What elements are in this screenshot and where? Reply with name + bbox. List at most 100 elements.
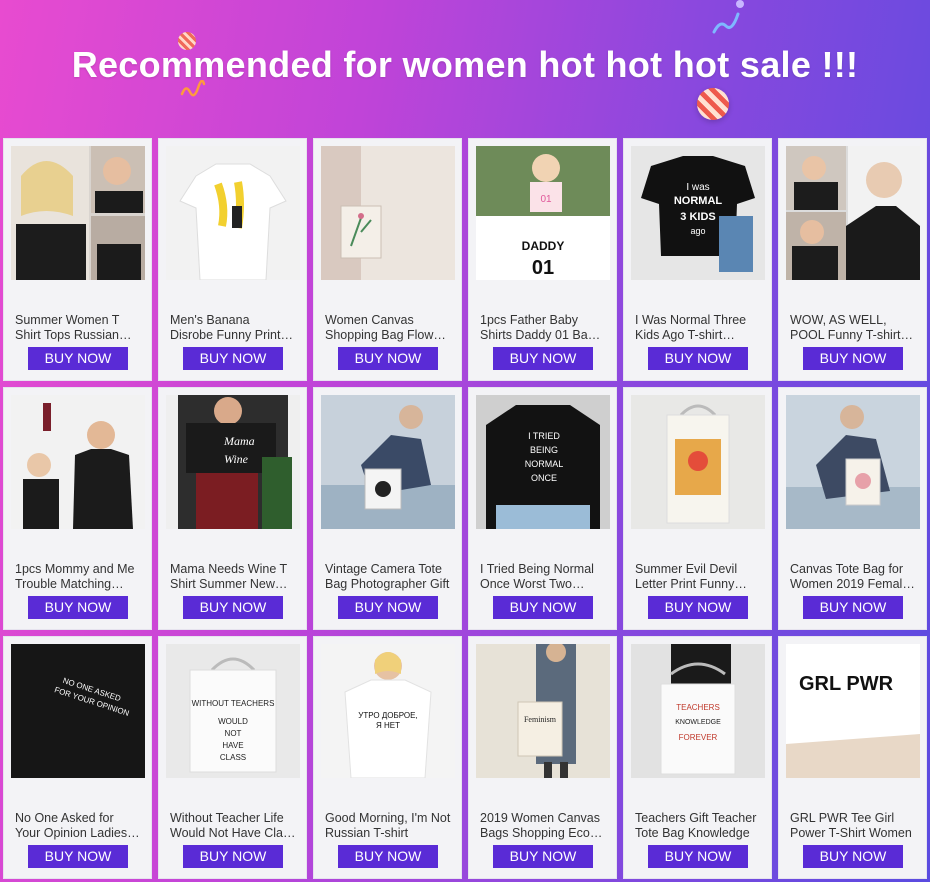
product-card[interactable]: Summer Evil Devil Letter Print Funny Tot…	[623, 387, 772, 630]
ribbon-decoration	[712, 12, 740, 34]
buy-now-button[interactable]: BUY NOW	[338, 845, 438, 868]
product-card[interactable]: TEACHERS KNOWLEDGE FOREVER Teachers Gift Te…	[623, 636, 772, 879]
product-image[interactable]	[321, 395, 455, 529]
product-card[interactable]: 1pcs Mommy and Me Trouble Matching Shirt…	[3, 387, 152, 630]
product-card[interactable]: WOW, AS WELL, POOL Funny T-shirt Russian…	[778, 138, 927, 381]
svg-text:Feminism: Feminism	[524, 715, 557, 724]
svg-text:BEING: BEING	[530, 445, 558, 455]
product-grid: Summer Women T Shirt Tops Russian Inscri…	[3, 138, 927, 879]
svg-text:Я НЕТ: Я НЕТ	[376, 721, 400, 730]
buy-now-button[interactable]: BUY NOW	[493, 347, 593, 370]
svg-text:УТРО ДОБРОЕ,: УТРО ДОБРОЕ,	[358, 711, 417, 720]
product-image[interactable]: GRL PWR	[786, 644, 920, 778]
striped-ball-decoration	[697, 88, 729, 120]
product-title[interactable]: Without Teacher Life Would Not Have Clas…	[170, 811, 296, 841]
buy-now-button[interactable]: BUY NOW	[803, 845, 903, 868]
product-title[interactable]: Mama Needs Wine T Shirt Summer New Fashi…	[170, 562, 296, 592]
product-title[interactable]: Women Canvas Shopping Bag Flower Print T…	[325, 313, 451, 343]
product-image[interactable]: NO ONE ASKED FOR YOUR OPINION	[11, 644, 145, 778]
product-image[interactable]	[321, 146, 455, 280]
buy-now-button[interactable]: BUY NOW	[183, 596, 283, 619]
buy-now-button[interactable]: BUY NOW	[803, 347, 903, 370]
confetti-dot-decoration	[736, 0, 744, 8]
product-title[interactable]: WOW, AS WELL, POOL Funny T-shirt Russian	[790, 313, 916, 343]
product-title[interactable]: 1pcs Father Baby Shirts Daddy 01 Baby 01…	[480, 313, 606, 343]
product-image[interactable]: TEACHERS KNOWLEDGE FOREVER	[631, 644, 765, 778]
product-image[interactable]	[11, 395, 145, 529]
buy-now-button[interactable]: BUY NOW	[803, 596, 903, 619]
product-title[interactable]: Summer Women T Shirt Tops Russian Inscri…	[15, 313, 141, 343]
product-card[interactable]: GRL PWR GRL PWR Tee Girl Power T-Shirt Wo…	[778, 636, 927, 879]
product-card[interactable]: Feminism 2019 Women Canvas Bags Shopping …	[468, 636, 617, 879]
svg-text:FOREVER: FOREVER	[679, 733, 718, 742]
product-title[interactable]: Good Morning, I'm Not Russian T-shirt	[325, 811, 451, 841]
product-card[interactable]: Men's Banana Disrobe Funny Printed T-Shi…	[158, 138, 307, 381]
product-card[interactable]: I TRIED BEING NORMAL ONCE I Tried Being Norm…	[468, 387, 617, 630]
product-title[interactable]: I Tried Being Normal Once Worst Two Minu…	[480, 562, 606, 592]
svg-text:3 KIDS: 3 KIDS	[680, 211, 715, 223]
product-image[interactable]: I was NORMAL 3 KIDS ago	[631, 146, 765, 280]
product-card[interactable]: Canvas Tote Bag for Women 2019 Female Sh…	[778, 387, 927, 630]
product-title[interactable]: Teachers Gift Teacher Tote Bag Knowledge	[635, 811, 761, 841]
svg-text:ONCE: ONCE	[531, 473, 557, 483]
buy-now-button[interactable]: BUY NOW	[648, 347, 748, 370]
product-image[interactable]	[166, 146, 300, 280]
svg-text:DADDY: DADDY	[522, 239, 565, 253]
product-card[interactable]: УТРО ДОБРОЕ, Я НЕТ Good Morning, I'm Not R…	[313, 636, 462, 879]
svg-text:GRL PWR: GRL PWR	[799, 673, 894, 695]
svg-text:I TRIED: I TRIED	[528, 431, 560, 441]
buy-now-button[interactable]: BUY NOW	[493, 845, 593, 868]
svg-text:KNOWLEDGE: KNOWLEDGE	[675, 719, 721, 726]
product-image[interactable]: Mama Wine	[166, 395, 300, 529]
product-title[interactable]: No One Asked for Your Opinion Ladies T-s…	[15, 811, 141, 841]
svg-text:WITHOUT TEACHERS: WITHOUT TEACHERS	[192, 699, 275, 708]
svg-text:HAVE: HAVE	[222, 741, 243, 750]
product-title[interactable]: Canvas Tote Bag for Women 2019 Female Sh…	[790, 562, 916, 592]
product-image[interactable]	[11, 146, 145, 280]
buy-now-button[interactable]: BUY NOW	[648, 845, 748, 868]
product-card[interactable]: WITHOUT TEACHERS WOULD NOT HAVE CLASS Without…	[158, 636, 307, 879]
buy-now-button[interactable]: BUY NOW	[338, 596, 438, 619]
buy-now-button[interactable]: BUY NOW	[338, 347, 438, 370]
buy-now-button[interactable]: BUY NOW	[28, 596, 128, 619]
product-card[interactable]: 01 DADDY 01 1pcs Father Baby Shirts Daddy 0…	[468, 138, 617, 381]
product-card[interactable]: Vintage Camera Tote Bag Photographer Gif…	[313, 387, 462, 630]
product-image[interactable]: УТРО ДОБРОЕ, Я НЕТ	[321, 644, 455, 778]
svg-text:NOT: NOT	[225, 729, 242, 738]
product-image[interactable]: Feminism	[476, 644, 610, 778]
svg-text:01: 01	[540, 194, 552, 205]
buy-now-button[interactable]: BUY NOW	[493, 596, 593, 619]
product-image[interactable]	[786, 146, 920, 280]
product-image[interactable]: 01 DADDY 01	[476, 146, 610, 280]
product-image[interactable]: WITHOUT TEACHERS WOULD NOT HAVE CLASS	[166, 644, 300, 778]
product-image[interactable]	[631, 395, 765, 529]
buy-now-button[interactable]: BUY NOW	[28, 347, 128, 370]
product-title[interactable]: Vintage Camera Tote Bag Photographer Gif…	[325, 562, 451, 592]
buy-now-button[interactable]: BUY NOW	[28, 845, 128, 868]
product-title[interactable]: 1pcs Mommy and Me Trouble Matching Shirt…	[15, 562, 141, 592]
product-card[interactable]: Summer Women T Shirt Tops Russian Inscri…	[3, 138, 152, 381]
buy-now-button[interactable]: BUY NOW	[648, 596, 748, 619]
buy-now-button[interactable]: BUY NOW	[183, 845, 283, 868]
product-title[interactable]: Men's Banana Disrobe Funny Printed T-Shi…	[170, 313, 296, 343]
svg-text:ago: ago	[690, 226, 705, 236]
product-card[interactable]: Women Canvas Shopping Bag Flower Print T…	[313, 138, 462, 381]
product-title[interactable]: GRL PWR Tee Girl Power T-Shirt Women	[790, 811, 916, 841]
product-title[interactable]: I Was Normal Three Kids Ago T-shirt Casu…	[635, 313, 761, 343]
product-card[interactable]: I was NORMAL 3 KIDS ago I Was Normal Three K…	[623, 138, 772, 381]
product-image[interactable]	[786, 395, 920, 529]
buy-now-button[interactable]: BUY NOW	[183, 347, 283, 370]
product-card[interactable]: NO ONE ASKED FOR YOUR OPINION No One Asked…	[3, 636, 152, 879]
svg-text:TEACHERS: TEACHERS	[676, 703, 720, 712]
banner-title: Recommended for women hot hot hot sale !…	[71, 44, 859, 85]
product-image[interactable]: I TRIED BEING NORMAL ONCE	[476, 395, 610, 529]
product-title[interactable]: Summer Evil Devil Letter Print Funny Tot…	[635, 562, 761, 592]
product-title[interactable]: 2019 Women Canvas Bags Shopping Eco Tote	[480, 811, 606, 841]
promo-banner: Recommended for women hot hot hot sale !…	[0, 0, 930, 137]
product-card[interactable]: Mama Wine Mama Needs Wine T Shirt Summer N…	[158, 387, 307, 630]
svg-text:01: 01	[532, 257, 554, 279]
svg-text:WOULD: WOULD	[218, 717, 248, 726]
svg-text:NORMAL: NORMAL	[525, 459, 564, 469]
svg-text:NORMAL: NORMAL	[674, 195, 723, 207]
svg-text:I was: I was	[686, 182, 709, 193]
